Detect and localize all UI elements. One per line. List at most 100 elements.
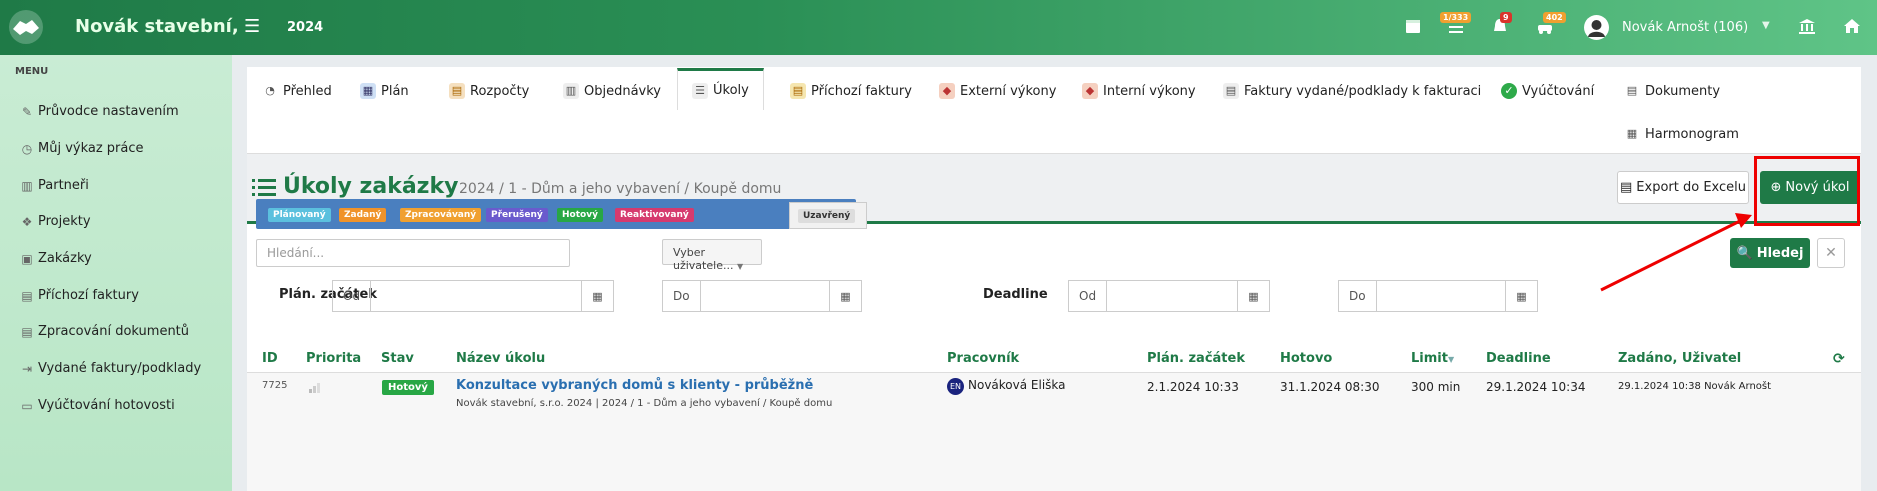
column-header-limit[interactable]: Limit▼	[1411, 351, 1454, 366]
tab-issued-invoices[interactable]: ▤ Faktury vydané/podklady k fakturaci	[1217, 71, 1487, 111]
column-header-done[interactable]: Hotovo	[1280, 351, 1332, 366]
tab-label: Harmonogram	[1645, 126, 1739, 142]
user-name[interactable]: Novák Arnošt (106)	[1622, 20, 1748, 35]
clear-filter-button[interactable]: ✕	[1817, 238, 1845, 268]
avatar: EN	[947, 378, 964, 395]
sidebar-item-orders[interactable]: ▣ Zakázky	[20, 251, 91, 266]
status-in-progress[interactable]: Zpracovávaný	[400, 208, 482, 222]
status-badge: Hotový	[382, 380, 434, 395]
tab-orders[interactable]: ▥ Objednávky	[557, 71, 667, 111]
internal-work-icon: ◆	[1082, 83, 1098, 99]
from-prefix: Od	[1069, 281, 1107, 311]
tab-label: Přehled	[283, 83, 332, 99]
tab-overview[interactable]: ◔ Přehled	[256, 71, 338, 111]
user-avatar[interactable]	[1584, 15, 1609, 40]
refresh-icon[interactable]: ⟳	[1833, 351, 1845, 367]
chevron-down-icon[interactable]: ▼	[1762, 20, 1770, 31]
export-excel-button[interactable]: ▤ Export do Excelu	[1617, 171, 1749, 204]
tasks-badge: 1/333	[1440, 12, 1472, 23]
column-header-priority[interactable]: Priorita	[306, 351, 361, 366]
tab-budgets[interactable]: ▤ Rozpočty	[443, 71, 535, 111]
bank-icon[interactable]	[1797, 16, 1817, 36]
handshake-logo-icon[interactable]	[8, 9, 44, 45]
column-header-worker[interactable]: Pracovník	[947, 351, 1019, 366]
calendar-icon[interactable]: ▦	[829, 281, 861, 311]
column-header-assigned[interactable]: Zadáno, Uživatel	[1618, 351, 1741, 366]
cash-icon: ▭	[21, 398, 33, 413]
sidebar-item-incoming-invoices[interactable]: ▤ Příchozí faktury	[20, 288, 139, 303]
sidebar-item-label: Průvodce nastavením	[38, 104, 179, 119]
from-prefix: Od	[333, 281, 371, 311]
tab-settlement[interactable]: ✓ Vyúčtování	[1495, 71, 1600, 111]
tab-plan[interactable]: ▦ Plán	[354, 71, 415, 111]
tab-label: Úkoly	[713, 83, 749, 98]
calendar-icon[interactable]: ▦	[1505, 281, 1537, 311]
search-button[interactable]: 🔍 Hledej	[1730, 238, 1810, 268]
tab-schedule[interactable]: ▦ Harmonogram	[1618, 114, 1745, 154]
cube-icon: ▣	[21, 251, 33, 266]
tab-internal-work[interactable]: ◆ Interní výkony	[1076, 71, 1202, 111]
column-header-plan-start[interactable]: Plán. začátek	[1147, 351, 1245, 366]
file-icon: ▤	[21, 288, 33, 303]
header-label: Limit	[1411, 351, 1448, 366]
calendar-icon: ▦	[360, 83, 376, 99]
home-icon[interactable]	[1842, 16, 1862, 36]
tab-label: Dokumenty	[1645, 83, 1721, 99]
tab-tasks[interactable]: ☰ Úkoly	[677, 68, 764, 110]
done-value: 31.1.2024 08:30	[1280, 380, 1380, 394]
plan-start-from-field[interactable]: Od ▦	[332, 280, 614, 312]
task-project: Novák stavební, s.r.o. 2024 | 2024 / 1 -…	[456, 398, 833, 409]
deadline-to-field[interactable]: Do ▦	[1338, 280, 1538, 312]
column-header-status[interactable]: Stav	[381, 351, 414, 366]
sidebar-item-label: Projekty	[38, 214, 91, 229]
brand-name[interactable]: Novák stavební,	[75, 16, 239, 37]
search-input[interactable]: Hledání...	[256, 239, 570, 267]
notifications-badge: 9	[1500, 12, 1512, 23]
sidebar-item-cash-settlement[interactable]: ▭ Vyúčtování hotovosti	[20, 398, 174, 413]
table-row[interactable]: 7725 Hotový Konzultace vybraných domů s …	[247, 372, 1861, 491]
tab-label: Interní výkony	[1103, 83, 1196, 99]
sidebar-item-label: Zpracování dokumentů	[38, 324, 190, 339]
menu-toggle-icon[interactable]: ☰	[244, 16, 260, 37]
column-header-deadline[interactable]: Deadline	[1486, 351, 1551, 366]
status-planned[interactable]: Plánovaný	[268, 208, 331, 222]
sidebar-item-setup-guide[interactable]: ✎ Průvodce nastavením	[20, 104, 179, 119]
search-icon: 🔍	[1736, 245, 1753, 261]
tab-incoming-invoices[interactable]: ▤ Příchozí faktury	[784, 71, 918, 111]
user-select[interactable]: Vyber uživatele... ▼	[662, 239, 762, 272]
sidebar-item-my-work[interactable]: ◷ Můj výkaz práce	[20, 141, 144, 156]
status-assigned[interactable]: Zadaný	[339, 208, 387, 222]
priority-bars-icon	[309, 383, 320, 393]
document-icon: ▤	[1626, 84, 1638, 97]
worker-cell: EN Nováková Eliška	[947, 378, 1066, 395]
pencil-icon: ✎	[21, 104, 33, 119]
deadline-from-field[interactable]: Od ▦	[1068, 280, 1270, 312]
sidebar-item-partners[interactable]: ▥ Partneři	[20, 178, 89, 193]
cubes-icon: ❖	[21, 214, 33, 229]
sidebar-item-projects[interactable]: ❖ Projekty	[20, 214, 91, 229]
status-closed[interactable]: Uzavřený	[798, 209, 856, 223]
sort-desc-icon: ▼	[1447, 355, 1455, 364]
sidebar-item-label: Partneři	[38, 178, 89, 193]
worker-name: Nováková Eliška	[968, 378, 1066, 392]
status-reactivated[interactable]: Reaktivovaný	[615, 208, 694, 222]
task-name-link[interactable]: Konzultace vybraných domů s klienty - pr…	[456, 378, 813, 393]
status-done[interactable]: Hotový	[557, 208, 603, 222]
plan-start-to-field[interactable]: Do ▦	[662, 280, 862, 312]
tab-documents[interactable]: ▤ Dokumenty	[1618, 71, 1726, 111]
sidebar-item-issued-invoices[interactable]: ⇥ Vydané faktury/podklady	[20, 361, 201, 376]
limit-value: 300 min	[1411, 380, 1461, 394]
column-header-task-name[interactable]: Název úkolu	[456, 351, 545, 366]
status-cell: Hotový	[382, 379, 434, 395]
calendar-icon[interactable]: ▦	[1237, 281, 1269, 311]
tab-external-work[interactable]: ◆ Externí výkony	[933, 71, 1062, 111]
tab-label: Rozpočty	[470, 83, 530, 99]
year-selector[interactable]: 2024	[287, 20, 323, 35]
calendar-icon[interactable]	[1403, 16, 1423, 36]
vehicles-badge: 402	[1543, 12, 1566, 23]
to-prefix: Do	[1339, 281, 1377, 311]
status-interrupted[interactable]: Přerušený	[486, 208, 548, 222]
sidebar-item-document-processing[interactable]: ▤ Zpracování dokumentů	[20, 324, 189, 339]
calendar-icon[interactable]: ▦	[581, 281, 613, 311]
column-header-id[interactable]: ID	[262, 351, 278, 366]
